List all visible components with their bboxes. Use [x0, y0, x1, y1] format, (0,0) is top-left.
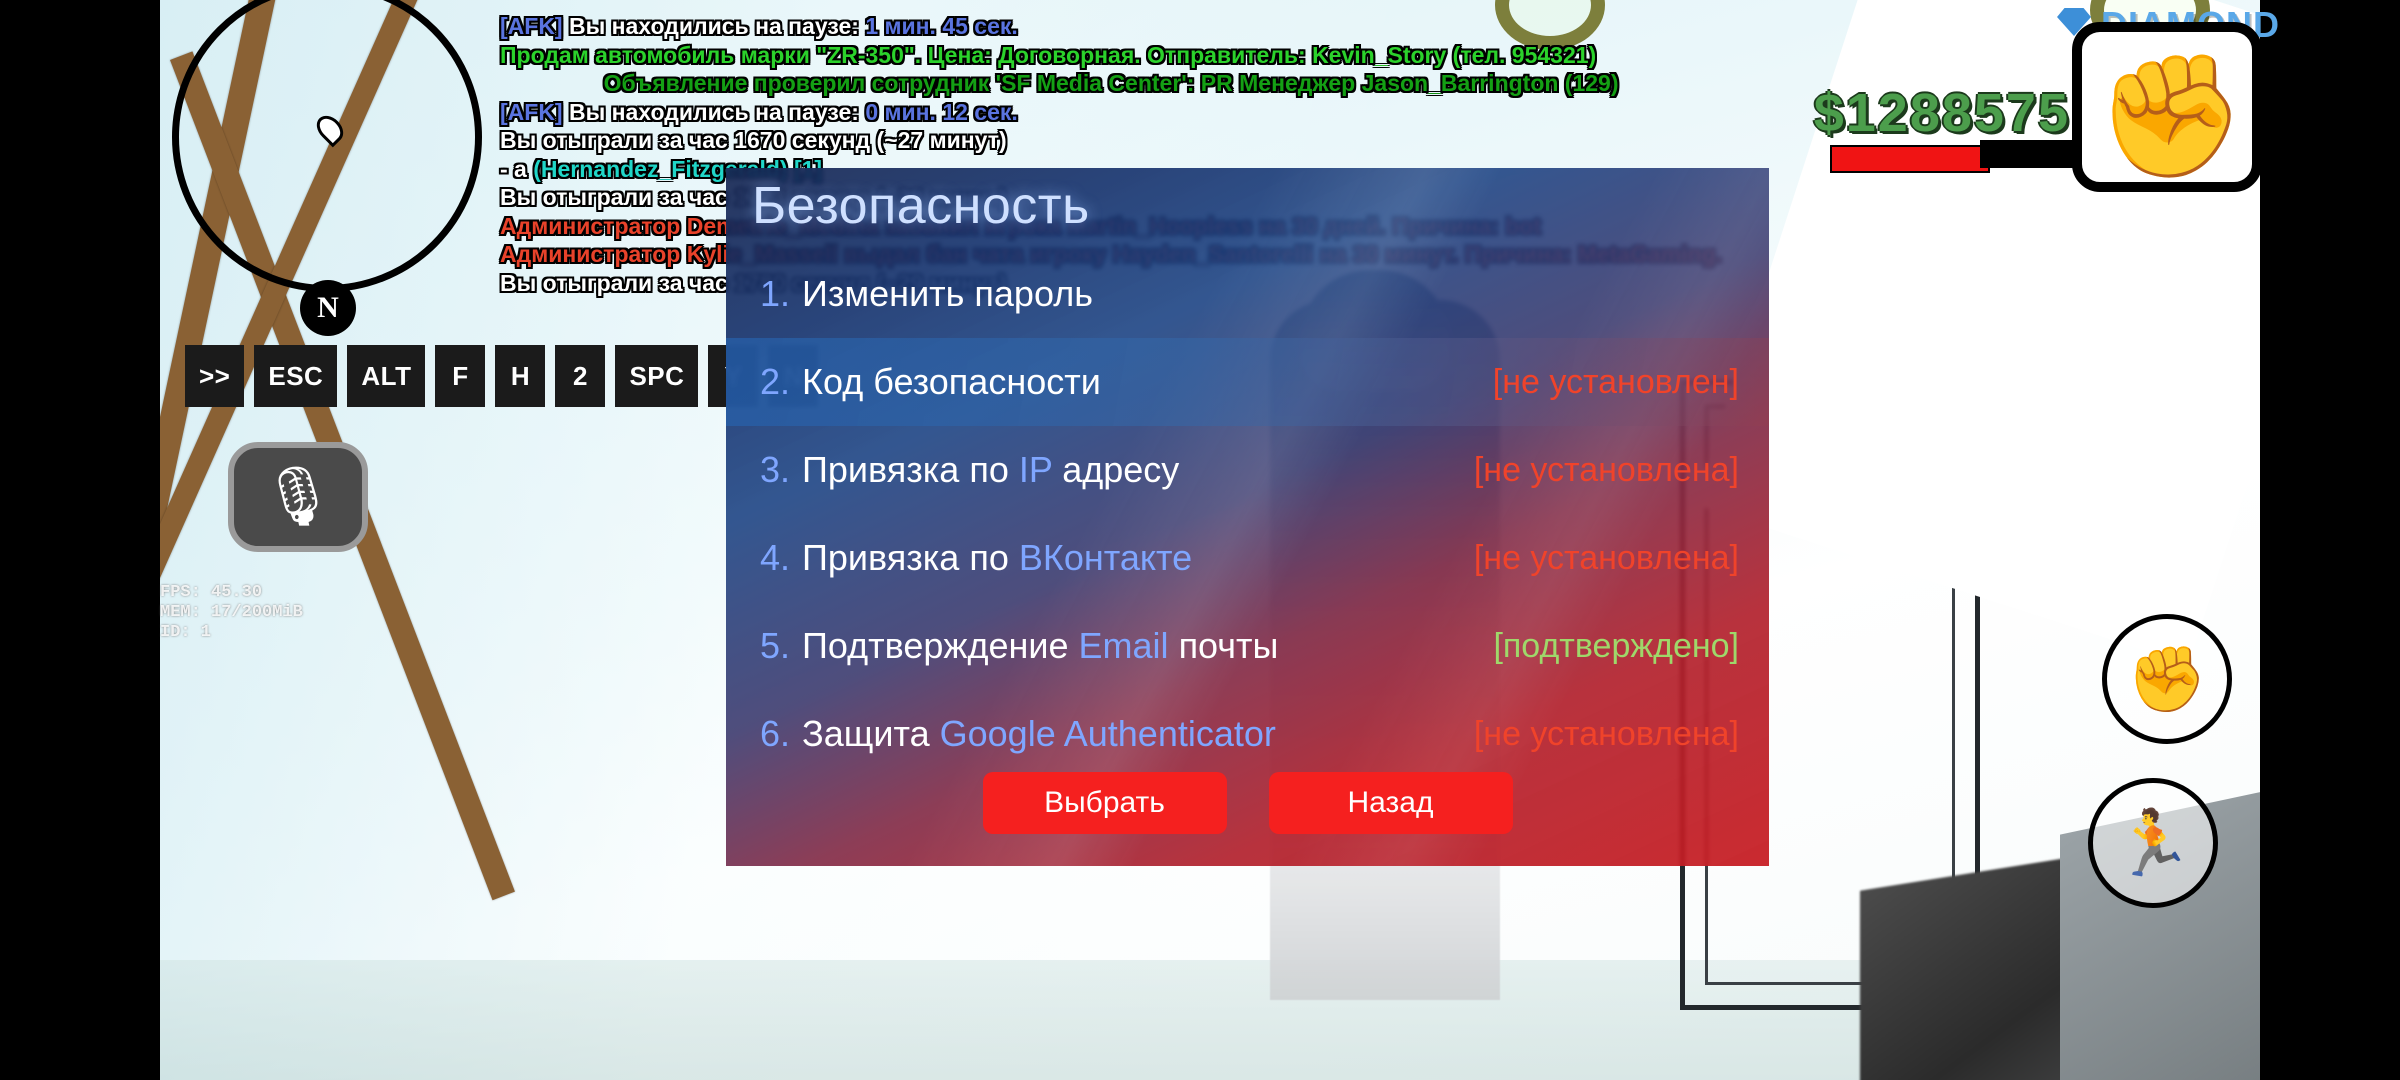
menu-item-number: 3. [760, 449, 791, 490]
key-[interactable]: >> [185, 345, 245, 407]
chat-line: Продам автомобиль марки "ZR-350". Цена: … [500, 41, 1722, 70]
chat-text: 1 мин. 45 сек. [865, 13, 1018, 39]
chat-text: - a [500, 155, 534, 182]
running-man-icon: 🏃 [2113, 806, 2193, 879]
menu-item-number: 4. [760, 537, 791, 578]
radar-north-indicator: N [300, 280, 356, 336]
menu-item-label: Привязка по ВКонтакте [802, 537, 1193, 578]
letterbox-right [2260, 0, 2400, 1080]
weapon-indicator: ✊ [2072, 22, 2262, 192]
chat-line: [AFK] Вы находились на паузе: 1 мин. 45 … [500, 12, 1722, 41]
chat-text: Объявление проверил сотрудник 'SF Media … [603, 70, 1619, 96]
memory-counter: MEM: 17/200MiB [160, 603, 303, 622]
chat-text: [AFK] [500, 13, 569, 39]
key-alt[interactable]: ALT [347, 345, 426, 407]
menu-item-5[interactable]: 5. Подтверждение Email почты [подтверждено… [726, 602, 1769, 690]
menu-item-number: 2. [760, 361, 791, 402]
microphone-icon: 🎙 [261, 464, 335, 529]
menu-item-number: 6. [760, 713, 791, 754]
key-2[interactable]: 2 [555, 345, 606, 407]
performance-stats: FPS: 45.30 MEM: 17/200MiB ID: 1 [160, 583, 303, 643]
location-drop-icon [311, 110, 349, 148]
dialog-title: Безопасность [752, 177, 1090, 235]
run-button[interactable]: 🏃 [2088, 778, 2218, 908]
back-button[interactable]: Назад [1268, 772, 1513, 834]
chat-text: [AFK] [500, 98, 569, 125]
menu-item-6[interactable]: 6. Защита Google Authenticator [не установ… [726, 690, 1769, 778]
key-esc[interactable]: ESC [254, 345, 338, 407]
chat-text: Вы находились на паузе: [568, 13, 866, 39]
chat-line: [AFK] Вы находились на паузе: 0 мин. 12 … [500, 98, 1722, 127]
menu-item-number: 1. [760, 273, 791, 314]
fps-counter: FPS: 45.30 [160, 583, 263, 602]
select-button[interactable]: Выбрать [982, 772, 1227, 834]
menu-item-label: Подтверждение Email почты [802, 625, 1279, 666]
dialog-menu-list: 1. Изменить пароль 2. Код безопасности [не у… [726, 250, 1769, 778]
menu-item-label: Изменить пароль [802, 273, 1093, 314]
chat-text: Вы отыграли за час 1670 секунд (~27 мину… [500, 127, 1007, 153]
menu-item-status: [не установлен] [1492, 362, 1739, 401]
health-bar [1830, 145, 1990, 173]
menu-item-3[interactable]: 3. Привязка по IP адресу [не установлена] [726, 426, 1769, 514]
punch-button[interactable]: ✊ [2102, 614, 2232, 744]
dialog-button-row: Выбрать Назад [726, 772, 1769, 834]
menu-item-2[interactable]: 2. Код безопасности [не установлен] [726, 338, 1769, 426]
menu-item-status: [не установлена] [1473, 538, 1739, 577]
menu-item-status: [не установлена] [1473, 714, 1739, 753]
menu-item-label-highlight: ВКонтакте [1018, 537, 1193, 578]
money-display: $1288575 [1813, 83, 2070, 143]
game-screen: N [AFK] Вы находились на паузе: 1 мин. 4… [0, 0, 2400, 1080]
key-h[interactable]: H [495, 345, 546, 407]
menu-item-label-highlight: IP [1018, 449, 1053, 490]
menu-item-4[interactable]: 4. Привязка по ВКонтакте [не установлена] [726, 514, 1769, 602]
player-id: ID: 1 [160, 623, 212, 642]
menu-item-label: Защита Google Authenticator [802, 713, 1276, 754]
chat-line: Вы отыграли за час 1670 секунд (~27 мину… [500, 126, 1722, 155]
chat-text: Продам автомобиль марки "ZR-350". Цена: … [500, 41, 1597, 68]
fist-icon: ✊ [2127, 642, 2207, 715]
menu-item-status: [подтверждено] [1493, 626, 1739, 665]
letterbox-left [0, 0, 160, 1080]
menu-item-status: [не установлена] [1473, 450, 1739, 489]
menu-item-1[interactable]: 1. Изменить пароль [726, 250, 1769, 338]
chat-line: Объявление проверил сотрудник 'SF Media … [500, 69, 1722, 98]
menu-item-label-highlight: Email [1078, 625, 1169, 666]
menu-item-label: Код безопасности [802, 361, 1101, 402]
keyboard-shortcut-bar[interactable]: >>ESCALTFH2SPCYN [185, 345, 819, 407]
fist-weapon-icon: ✊ [2096, 49, 2246, 183]
menu-item-label: Привязка по IP адресу [802, 449, 1180, 490]
menu-item-label-highlight: Google Authenticator [939, 713, 1276, 754]
key-spc[interactable]: SPC [615, 345, 699, 407]
microphone-button[interactable]: 🎙 [228, 442, 368, 552]
chat-text: Вы находились на паузе: [568, 98, 866, 125]
security-dialog: Безопасность 1. Изменить пароль 2. Код безо… [726, 168, 1769, 866]
key-f[interactable]: F [435, 345, 486, 407]
menu-item-number: 5. [760, 625, 791, 666]
chat-text: 0 мин. 12 сек. [865, 98, 1018, 125]
